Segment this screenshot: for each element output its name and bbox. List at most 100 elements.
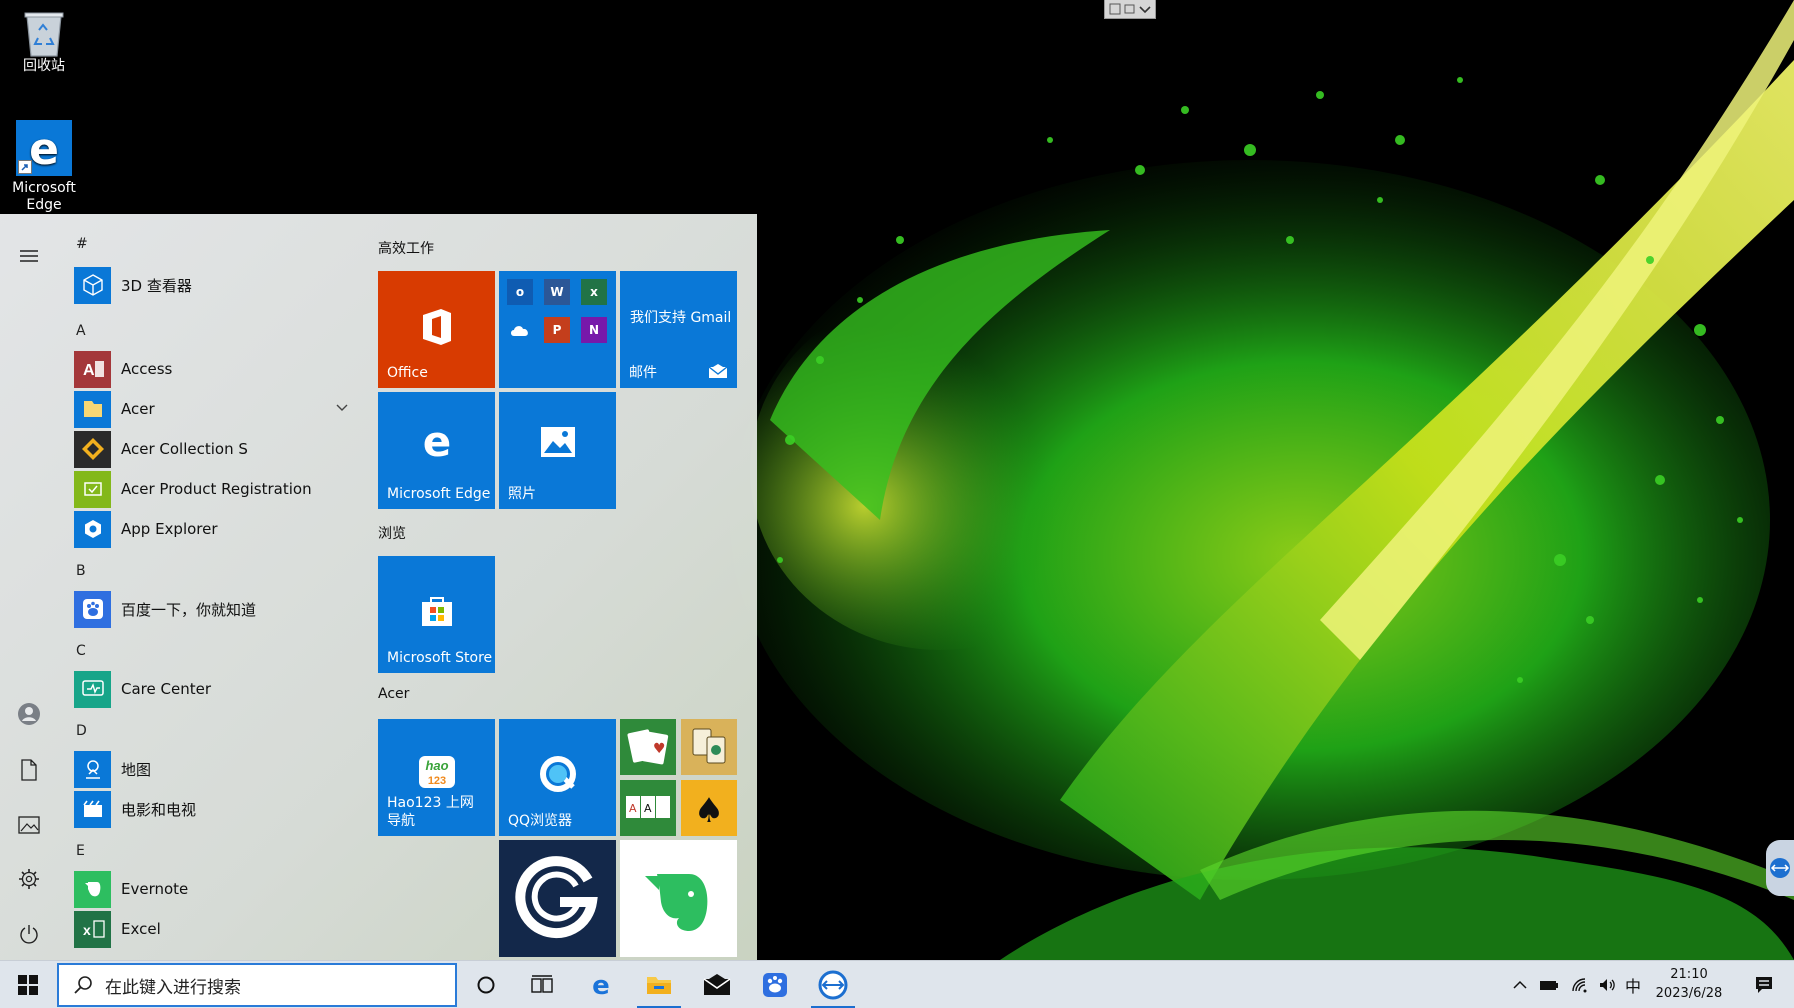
ime-indicator[interactable]: 中 <box>1620 961 1646 1008</box>
user-avatar-icon <box>18 703 40 725</box>
start-rail <box>0 214 58 960</box>
tile-group-title[interactable]: 浏览 <box>378 523 406 543</box>
list-item-movies-tv[interactable]: 电影和电视 <box>74 789 349 829</box>
remote-side-handle[interactable] <box>1766 840 1794 896</box>
taskbar-file-explorer-button[interactable] <box>631 961 687 1008</box>
settings-button[interactable] <box>9 859 49 899</box>
svg-text:e: e <box>422 420 451 464</box>
section-letter[interactable]: C <box>76 643 86 659</box>
app-name: 百度一下，你就知道 <box>121 600 257 619</box>
svg-text:e: e <box>29 124 59 175</box>
list-item-3d-viewer[interactable]: 3D 查看器 <box>74 265 349 305</box>
acer-collection-icon <box>74 430 111 468</box>
tile-games-folder[interactable]: ♥ AA ♠ <box>620 719 737 836</box>
tile-evernote[interactable] <box>620 840 737 957</box>
taskbar-search-box[interactable]: 在此键入进行搜索 <box>57 963 457 1007</box>
taskbar-teamviewer-button[interactable] <box>805 961 861 1008</box>
solitaire-cards-icon: ♥ <box>620 719 676 775</box>
desktop-icon-microsoft-edge[interactable]: e Microsoft Edge <box>0 120 89 214</box>
show-hidden-icons-button[interactable] <box>1508 961 1532 1008</box>
start-menu: # 3D 查看器 A A Access Acer Acer Collection… <box>0 214 757 960</box>
list-item-acer-collection-s[interactable]: Acer Collection S <box>74 429 349 469</box>
tile-label: Microsoft Edge <box>387 486 491 502</box>
volume-button[interactable] <box>1594 961 1620 1008</box>
tile-qq-browser[interactable]: QQ浏览器 <box>499 719 616 836</box>
section-letter[interactable]: E <box>76 843 85 859</box>
cortana-button[interactable] <box>458 961 514 1008</box>
tile-hao123[interactable]: hao 123 Hao123 上网导航 <box>378 719 495 836</box>
list-item-acer-product-registration[interactable]: Acer Product Registration <box>74 469 349 509</box>
start-button[interactable] <box>0 961 56 1008</box>
section-letter[interactable]: B <box>76 563 86 579</box>
tile-office-apps-folder[interactable]: o W x P N <box>499 271 616 388</box>
tile-label: Microsoft Store <box>387 650 493 666</box>
clock-time: 21:10 <box>1670 967 1708 982</box>
hamburger-menu-button[interactable] <box>9 236 49 276</box>
photos-icon <box>499 426 616 458</box>
list-item-evernote[interactable]: Evernote <box>74 869 349 909</box>
office-icon <box>378 307 495 347</box>
task-view-button[interactable] <box>514 961 570 1008</box>
remote-session-toolbar[interactable] <box>1104 0 1156 19</box>
svg-text:123: 123 <box>427 775 445 787</box>
svg-text:A: A <box>629 802 637 815</box>
user-account-button[interactable] <box>9 694 49 734</box>
onedrive-icon <box>507 317 533 343</box>
powerpoint-icon: P <box>544 317 570 343</box>
chevron-up-icon <box>1513 980 1527 989</box>
tile-group-title[interactable]: 高效工作 <box>378 238 434 258</box>
list-item-maps[interactable]: 地图 <box>74 749 349 789</box>
taskbar-baidu-button[interactable] <box>747 961 803 1008</box>
taskbar-edge-button[interactable]: e <box>573 961 629 1008</box>
qq-browser-icon <box>499 755 616 793</box>
tile-group-title[interactable]: Acer <box>378 686 409 702</box>
evernote-elephant-icon <box>620 852 737 944</box>
tile-label: 邮件 <box>629 365 657 381</box>
battery-button[interactable] <box>1534 961 1564 1008</box>
spade-icon: ♠ <box>681 780 737 836</box>
section-letter[interactable]: # <box>76 236 88 252</box>
power-button[interactable] <box>9 914 49 954</box>
taskbar-mail-button[interactable] <box>689 961 745 1008</box>
taskbar: 在此键入进行搜索 e 中 21:10 2023/6/28 <box>0 960 1794 1008</box>
app-explorer-icon <box>74 510 111 548</box>
tile-microsoft-edge[interactable]: e Microsoft Edge <box>378 392 495 509</box>
excel-icon: x <box>74 910 111 948</box>
search-placeholder: 在此键入进行搜索 <box>105 977 241 998</box>
tile-g-app[interactable] <box>499 840 616 957</box>
list-item-acer-folder[interactable]: Acer <box>74 389 349 429</box>
chevron-down-icon[interactable] <box>335 401 349 415</box>
tile-microsoft-store[interactable]: Microsoft Store <box>378 556 495 673</box>
svg-text:e: e <box>592 972 610 998</box>
edge-icon: e <box>592 972 610 998</box>
desktop-icon-recycle-bin[interactable]: 回收站 <box>0 6 89 75</box>
excel-icon: x <box>581 279 607 305</box>
pinned-tiles-area: 高效工作 Office o W x P N 我们支持 Gmail 邮件 e Mi… <box>378 214 748 960</box>
list-item-care-center[interactable]: Care Center <box>74 669 349 709</box>
list-item-excel[interactable]: x Excel <box>74 909 349 949</box>
list-item-access[interactable]: A Access <box>74 349 349 389</box>
list-item-baidu[interactable]: 百度一下，你就知道 <box>74 589 349 629</box>
folder-icon <box>74 390 111 428</box>
teamviewer-arrows-icon <box>818 970 848 1000</box>
task-view-icon <box>531 975 553 993</box>
tile-photos[interactable]: 照片 <box>499 392 616 509</box>
tile-mail[interactable]: 我们支持 Gmail 邮件 <box>620 271 737 388</box>
taskbar-clock[interactable]: 21:10 2023/6/28 <box>1648 965 1730 1003</box>
action-center-button[interactable] <box>1744 961 1784 1008</box>
pictures-button[interactable] <box>9 805 49 845</box>
network-button[interactable] <box>1566 961 1594 1008</box>
desktop-icon-label: 回收站 <box>23 58 65 74</box>
care-center-icon <box>74 670 111 708</box>
list-item-app-explorer[interactable]: App Explorer <box>74 509 349 549</box>
section-letter[interactable]: D <box>76 723 87 739</box>
folder-icon <box>647 977 671 994</box>
speaker-icon <box>1600 979 1615 991</box>
svg-text:hao: hao <box>425 758 448 773</box>
windows-logo-icon <box>18 975 38 995</box>
tile-office[interactable]: Office <box>378 271 495 388</box>
documents-button[interactable] <box>9 750 49 790</box>
all-apps-list[interactable]: # 3D 查看器 A A Access Acer Acer Collection… <box>66 214 356 960</box>
section-letter[interactable]: A <box>76 323 86 339</box>
picture-icon <box>18 816 40 834</box>
